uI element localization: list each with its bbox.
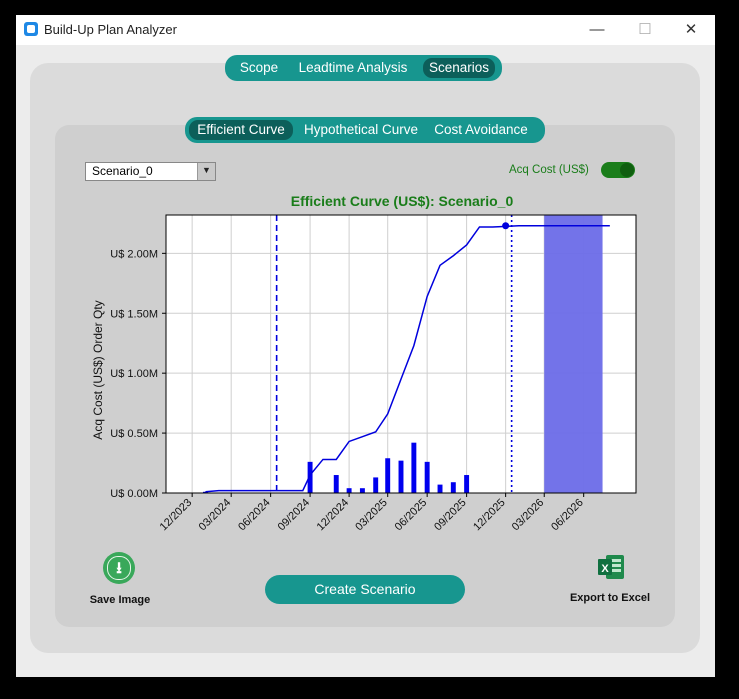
y-tick-label: U$ 0.00M [110,488,158,500]
order-qty-bar [411,442,417,493]
app-icon [24,22,38,36]
create-scenario-button[interactable]: Create Scenario [265,575,465,604]
minimize-button[interactable]: — [574,15,620,45]
maximize-button[interactable]: ☐ [622,15,668,45]
title-bar: Build-Up Plan Analyzer — ☐ ✕ [16,15,715,45]
sub-tab-bar: Efficient Curve Hypothetical Curve Cost … [185,117,545,143]
order-qty-bar [464,475,470,493]
chart-title: Efficient Curve (US$): Scenario_0 [290,193,514,209]
x-tick-label: 09/2025 [432,497,469,534]
x-tick-label: 03/2024 [197,497,234,534]
y-tick-label: U$ 0.50M [110,428,158,440]
tab-leadtime-analysis[interactable]: Leadtime Analysis [293,58,413,78]
order-qty-bar [424,461,430,493]
x-tick-label: 03/2026 [510,497,547,534]
export-excel-label[interactable]: Export to Excel [564,592,656,604]
y-tick-label: U$ 2.00M [110,248,158,260]
tab-efficient-curve[interactable]: Efficient Curve [189,120,293,140]
save-image-label[interactable]: Save Image [81,594,159,606]
order-qty-bar [437,484,443,493]
window-title: Build-Up Plan Analyzer [44,22,177,37]
order-qty-bar [450,482,456,493]
y-tick-label: U$ 1.00M [110,368,158,380]
x-tick-label: 06/2024 [236,497,273,534]
tab-scenarios[interactable]: Scenarios [423,58,495,78]
y-tick-label: U$ 1.50M [110,308,158,320]
scenario-select[interactable]: Scenario_0 ▼ [85,162,216,181]
scenario-select-value: Scenario_0 [92,164,153,178]
x-tick-label: 06/2025 [393,497,430,534]
close-button[interactable]: ✕ [668,15,714,45]
x-tick-label: 03/2025 [353,497,390,534]
main-tab-bar: Scope Leadtime Analysis Scenarios [225,55,502,81]
save-image-button[interactable]: ⭳ [103,552,135,584]
order-qty-bar [398,460,404,493]
order-qty-bar [333,475,339,493]
toggle-label: Acq Cost (US$) [509,164,589,176]
app-window: Build-Up Plan Analyzer — ☐ ✕ Scope Leadt… [16,15,715,677]
x-tick-label: 12/2025 [471,497,508,534]
acq-cost-toggle[interactable] [601,162,635,178]
order-qty-bar [346,488,352,493]
excel-icon[interactable]: X [596,552,626,582]
current-point-marker [502,222,510,230]
forecast-shade [544,215,603,493]
tab-hypothetical-curve[interactable]: Hypothetical Curve [301,120,421,140]
order-qty-bar [373,477,379,493]
svg-text:X: X [601,563,609,575]
toggle-knob [620,163,634,177]
x-tick-label: 06/2026 [549,497,586,534]
order-qty-bar [359,488,365,493]
download-icon: ⭳ [116,560,122,577]
tab-scope[interactable]: Scope [231,58,287,78]
tab-cost-avoidance[interactable]: Cost Avoidance [429,120,533,140]
y-axis-label: Acq Cost (US$) Order Qty [91,300,105,439]
x-tick-label: 09/2024 [276,497,313,534]
x-tick-label: 12/2023 [158,497,195,534]
x-tick-label: 12/2024 [315,497,352,534]
order-qty-bar [385,458,391,493]
efficient-curve-chart: U$ 0.00M U$ 0.50M U$ 1.00M U$ 1.50M U$ 2.00M… [91,214,637,534]
chevron-down-icon[interactable]: ▼ [197,163,215,180]
